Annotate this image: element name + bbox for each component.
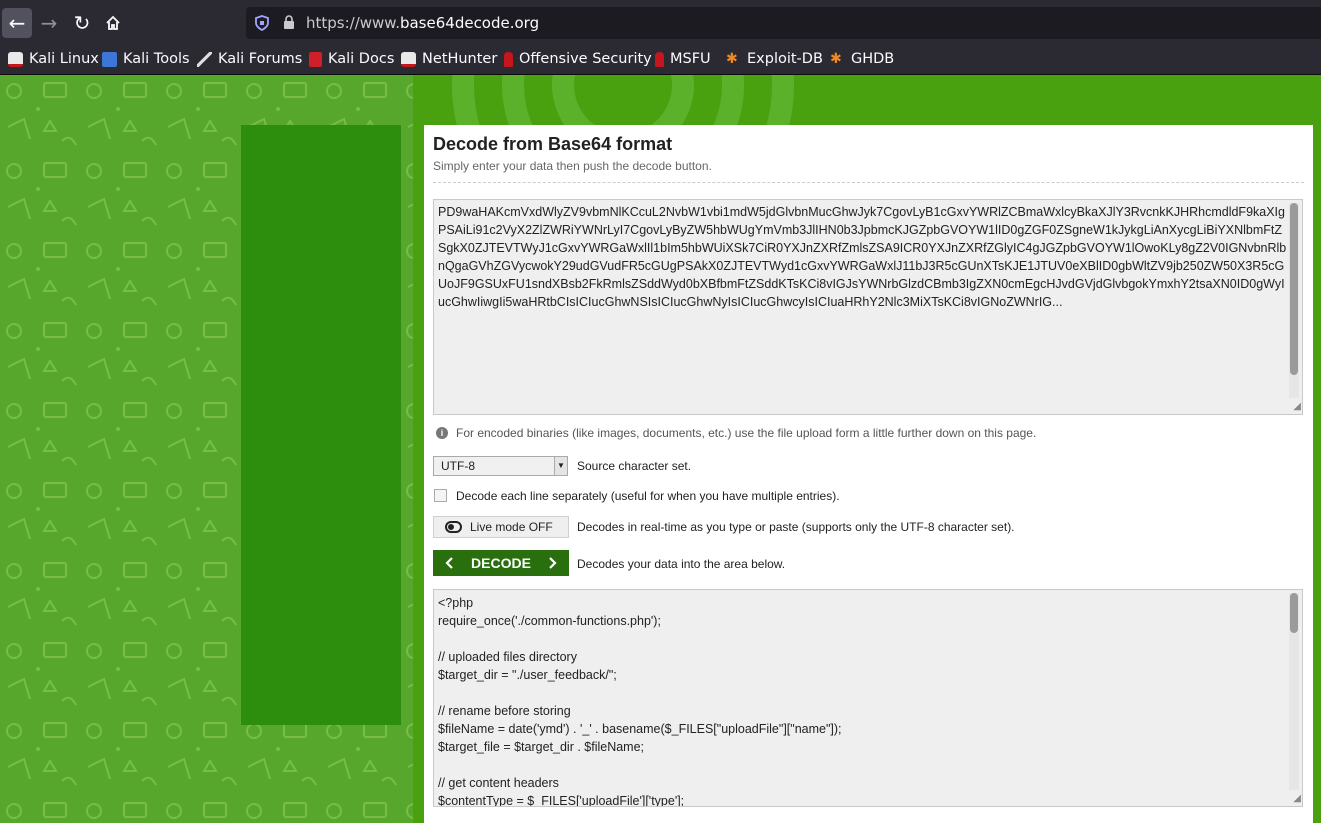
decoded-output-text: <?php require_once('./common-functions.p…	[438, 596, 842, 807]
toggle-off-icon	[445, 521, 462, 533]
resize-handle-icon[interactable]: ◢	[1289, 401, 1301, 413]
info-note: i For encoded binaries (like images, doc…	[436, 426, 1036, 440]
tracking-protection-icon	[255, 15, 269, 31]
bookmark-kali-docs[interactable]: Kali Docs	[309, 49, 394, 69]
bookmark-nethunter[interactable]: NetHunter	[401, 49, 497, 69]
divider	[433, 182, 1304, 183]
ghdb-spider-icon: ✱	[830, 50, 842, 67]
url-bar[interactable]: https://www.base64decode.org	[246, 7, 1321, 39]
output-scrollbar-thumb[interactable]	[1290, 593, 1298, 633]
reload-icon: ↻	[73, 11, 91, 35]
arrow-right-icon: →	[40, 11, 58, 35]
decode-button[interactable]: DECODE	[433, 550, 569, 576]
bookmark-kali-forums[interactable]: Kali Forums	[197, 49, 302, 69]
decode-description: Decodes your data into the area below.	[577, 557, 786, 571]
live-mode-toggle[interactable]: Live mode OFF	[433, 516, 569, 538]
exploit-db-spider-icon: ✱	[726, 50, 738, 67]
chevron-down-icon: ▼	[554, 457, 567, 475]
home-icon	[106, 15, 120, 30]
side-ad-placeholder	[241, 125, 401, 725]
forward-button[interactable]: →	[34, 8, 64, 38]
decode-lines-checkbox[interactable]	[434, 489, 447, 502]
url-text: https://www.base64decode.org	[306, 14, 540, 32]
reload-button[interactable]: ↻	[67, 8, 97, 38]
lock-icon	[284, 15, 294, 29]
bookmark-offensive-security[interactable]: Offensive Security	[504, 49, 652, 69]
output-scrollbar[interactable]	[1289, 593, 1299, 790]
base64-input-text: PD9waHAKcmVxdWlyZV9vbmNlKCcuL2NvbW1vbi1m…	[438, 205, 1287, 309]
msfu-icon	[655, 51, 664, 67]
resize-handle-icon[interactable]: ◢	[1289, 793, 1301, 805]
offensive-security-icon	[504, 51, 513, 67]
back-button[interactable]: ←	[2, 8, 32, 38]
page-content: Decode from Base64 format Simply enter y…	[0, 75, 1321, 823]
kali-linux-icon	[8, 51, 23, 67]
browser-toolbar: ← → ↻ https://www.base64decode.org	[0, 0, 1321, 45]
charset-description: Source character set.	[577, 459, 692, 473]
kali-docs-icon	[309, 51, 322, 67]
bookmark-msfu[interactable]: MSFU	[655, 49, 711, 69]
decode-lines-label: Decode each line separately (useful for …	[456, 489, 840, 503]
kali-forums-icon	[197, 51, 212, 67]
live-mode-description: Decodes in real-time as you type or past…	[577, 520, 1015, 534]
decoded-output-textarea[interactable]: <?php require_once('./common-functions.p…	[433, 589, 1303, 807]
decoder-panel: Decode from Base64 format Simply enter y…	[424, 125, 1313, 823]
bookmark-ghdb[interactable]: ✱ GHDB	[830, 49, 894, 69]
home-button[interactable]	[98, 8, 128, 38]
chevron-left-icon	[445, 557, 453, 569]
bookmarks-bar: Kali Linux Kali Tools Kali Forums Kali D…	[0, 45, 1321, 75]
bookmark-kali-tools[interactable]: Kali Tools	[102, 49, 190, 69]
chevron-right-icon	[549, 557, 557, 569]
page-title: Decode from Base64 format	[433, 134, 673, 154]
info-icon: i	[436, 427, 448, 439]
input-scrollbar[interactable]	[1289, 203, 1299, 398]
nethunter-icon	[401, 51, 416, 67]
bookmark-exploit-db[interactable]: ✱ Exploit-DB	[726, 49, 823, 69]
arrow-left-icon: ←	[8, 11, 26, 35]
kali-tools-icon	[102, 51, 117, 67]
base64-input-textarea[interactable]: PD9waHAKcmVxdWlyZV9vbmNlKCcuL2NvbW1vbi1m…	[433, 199, 1303, 415]
page-subtitle: Simply enter your data then push the dec…	[433, 159, 712, 173]
charset-select[interactable]: UTF-8 ▼	[433, 456, 568, 476]
input-scrollbar-thumb[interactable]	[1290, 203, 1298, 375]
bookmark-kali-linux[interactable]: Kali Linux	[8, 49, 99, 69]
